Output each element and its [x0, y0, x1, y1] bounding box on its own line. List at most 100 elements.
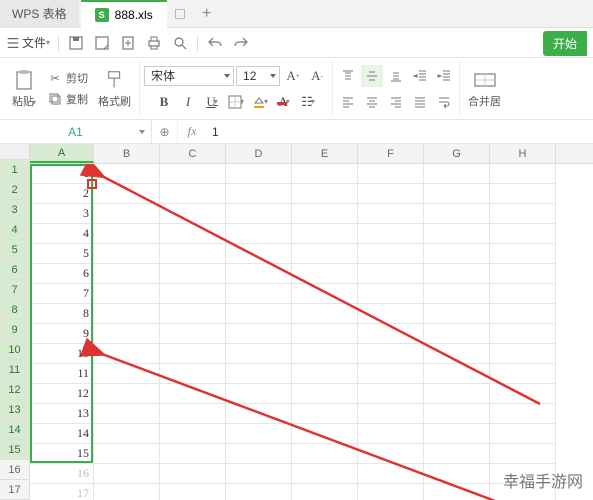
cell[interactable]	[490, 384, 556, 404]
main-menu-button[interactable]: 文件 ▾	[6, 34, 50, 51]
row-header[interactable]: 15	[0, 440, 29, 460]
row-header[interactable]: 10	[0, 340, 29, 360]
cell[interactable]	[292, 224, 358, 244]
cell[interactable]	[358, 464, 424, 484]
row-header[interactable]: 11	[0, 360, 29, 380]
print-preview-icon[interactable]	[171, 34, 189, 52]
cell[interactable]	[424, 184, 490, 204]
cell[interactable]	[424, 204, 490, 224]
cell[interactable]	[160, 164, 226, 184]
add-tab-button[interactable]: +	[193, 0, 221, 28]
select-all-corner[interactable]	[0, 144, 30, 160]
cell[interactable]	[160, 484, 226, 500]
cell[interactable]	[424, 344, 490, 364]
cell[interactable]	[160, 464, 226, 484]
underline-button[interactable]: U▾	[201, 91, 223, 113]
row-header[interactable]: 5	[0, 240, 29, 260]
cell[interactable]	[292, 424, 358, 444]
cell[interactable]	[226, 304, 292, 324]
column-header[interactable]: G	[424, 144, 490, 163]
save-as-icon[interactable]	[93, 34, 111, 52]
cell[interactable]	[94, 184, 160, 204]
cell[interactable]: 15	[30, 444, 94, 464]
cell[interactable]: 2	[30, 184, 94, 204]
row-header[interactable]: 12	[0, 380, 29, 400]
cell[interactable]	[292, 304, 358, 324]
cell[interactable]	[226, 464, 292, 484]
font-name-select[interactable]: 宋体	[144, 66, 234, 86]
cell[interactable]: 13	[30, 404, 94, 424]
cell[interactable]	[226, 344, 292, 364]
cell[interactable]	[160, 384, 226, 404]
column-header[interactable]: F	[358, 144, 424, 163]
cell[interactable]	[424, 304, 490, 324]
paste-button[interactable]: 粘贴▾	[8, 66, 40, 111]
align-top-icon[interactable]	[337, 65, 359, 87]
start-tab[interactable]: 开始	[543, 31, 587, 56]
cell[interactable]	[160, 284, 226, 304]
cell[interactable]	[226, 384, 292, 404]
cell[interactable]	[490, 224, 556, 244]
cell[interactable]	[424, 244, 490, 264]
cell[interactable]: 1	[30, 164, 94, 184]
copy-button[interactable]: 复制	[44, 89, 92, 109]
row-header[interactable]: 16	[0, 460, 29, 480]
row-header[interactable]: 3	[0, 200, 29, 220]
save-icon[interactable]	[67, 34, 85, 52]
cell[interactable]	[292, 444, 358, 464]
italic-button[interactable]: I	[177, 91, 199, 113]
cell[interactable]	[226, 484, 292, 500]
cell[interactable]	[358, 424, 424, 444]
cell[interactable]	[424, 444, 490, 464]
cell[interactable]	[358, 284, 424, 304]
align-left-icon[interactable]	[337, 91, 359, 113]
formula-input[interactable]: 1	[206, 125, 593, 139]
cell[interactable]	[490, 184, 556, 204]
cell[interactable]	[226, 224, 292, 244]
cell[interactable]	[94, 204, 160, 224]
column-header[interactable]: C	[160, 144, 226, 163]
cell[interactable]	[490, 244, 556, 264]
cell[interactable]	[424, 264, 490, 284]
cell[interactable]	[490, 444, 556, 464]
row-header[interactable]: 7	[0, 280, 29, 300]
cell[interactable]: 16	[30, 464, 94, 484]
cell[interactable]	[424, 284, 490, 304]
cell[interactable]	[160, 244, 226, 264]
cell[interactable]	[292, 184, 358, 204]
cell[interactable]	[226, 404, 292, 424]
cell[interactable]	[358, 224, 424, 244]
cell[interactable]	[424, 364, 490, 384]
row-header[interactable]: 8	[0, 300, 29, 320]
cell[interactable]	[226, 444, 292, 464]
align-center-icon[interactable]	[361, 91, 383, 113]
cell[interactable]	[226, 184, 292, 204]
cell[interactable]	[160, 404, 226, 424]
cell[interactable]	[424, 484, 490, 500]
cell[interactable]	[160, 364, 226, 384]
cell[interactable]	[358, 404, 424, 424]
cell[interactable]	[160, 184, 226, 204]
row-header[interactable]: 2	[0, 180, 29, 200]
cell[interactable]	[160, 224, 226, 244]
cell[interactable]	[490, 264, 556, 284]
cell[interactable]	[160, 344, 226, 364]
font-size-select[interactable]: 12	[236, 66, 280, 86]
cell[interactable]	[226, 244, 292, 264]
cell[interactable]	[358, 444, 424, 464]
increase-indent-icon[interactable]	[433, 65, 455, 87]
cell[interactable]	[94, 264, 160, 284]
bold-button[interactable]: B	[153, 91, 175, 113]
row-header[interactable]: 14	[0, 420, 29, 440]
cell[interactable]	[490, 324, 556, 344]
cell[interactable]	[292, 364, 358, 384]
cell[interactable]	[490, 424, 556, 444]
cell[interactable]	[292, 264, 358, 284]
row-header[interactable]: 6	[0, 260, 29, 280]
cell[interactable]	[490, 284, 556, 304]
cell[interactable]	[94, 344, 160, 364]
cell[interactable]	[490, 344, 556, 364]
cell[interactable]	[358, 264, 424, 284]
align-right-icon[interactable]	[385, 91, 407, 113]
cell[interactable]	[94, 384, 160, 404]
